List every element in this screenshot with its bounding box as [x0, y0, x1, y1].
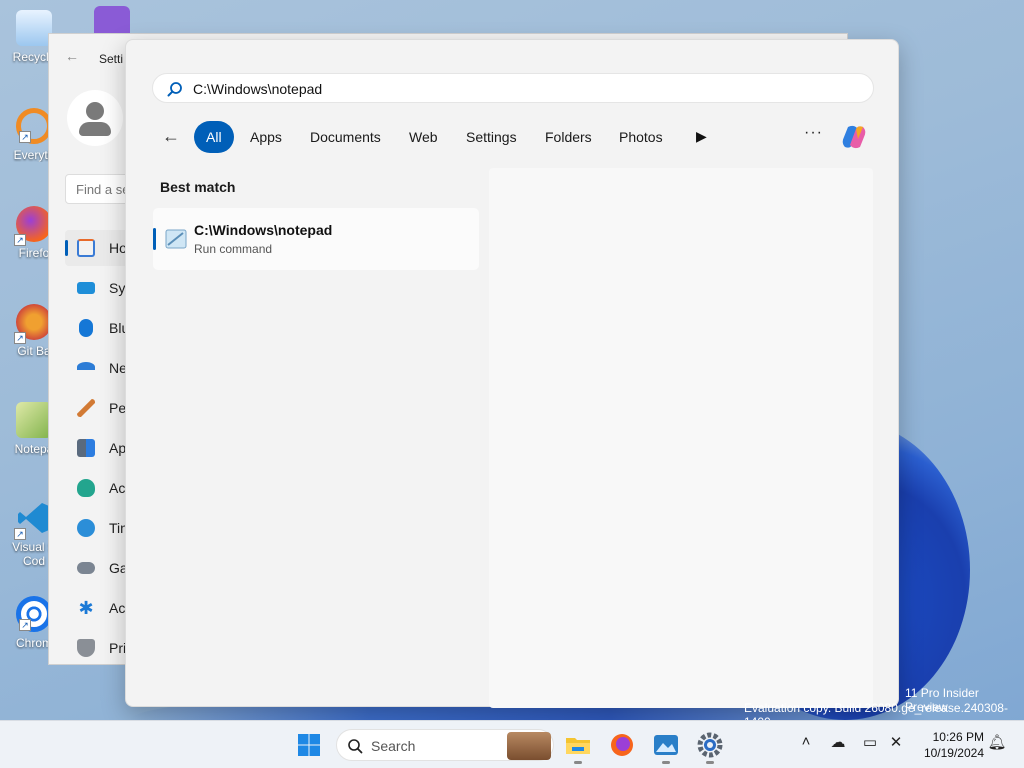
search-panel: ← All Apps Documents Web Settings Folder…	[125, 39, 899, 708]
search-filter-bar: ← All Apps Documents Web Settings Folder…	[156, 120, 876, 154]
shortcut-arrow-icon: ↗	[14, 332, 26, 344]
filter-documents[interactable]: Documents	[298, 121, 393, 153]
back-arrow-icon[interactable]: ←	[162, 126, 180, 147]
clock-date: 10/19/2024	[923, 746, 984, 760]
firefox-icon: ↗	[14, 206, 52, 246]
system-icon	[77, 282, 95, 294]
volume-muted-icon[interactable]: ✕	[885, 733, 907, 755]
accessibility-icon: ✱	[78, 598, 94, 618]
apps-icon	[77, 439, 95, 457]
taskbar-clock[interactable]: 10:26 PM 10/19/2024	[916, 729, 984, 761]
more-filters-arrow-icon[interactable]: ▶	[696, 128, 707, 145]
filter-apps[interactable]: Apps	[238, 121, 294, 153]
chrome-icon: ↗	[16, 596, 52, 632]
vscode-icon: ↗	[14, 500, 52, 540]
personalization-icon	[77, 399, 95, 417]
settings-icon[interactable]	[696, 731, 724, 764]
search-highlight-image	[507, 732, 551, 760]
filter-folders[interactable]: Folders	[533, 121, 604, 153]
privacy-icon	[77, 639, 95, 657]
filter-photos[interactable]: Photos	[607, 121, 675, 153]
start-icon[interactable]	[297, 733, 321, 757]
chevron-up-icon[interactable]: ˄	[795, 733, 817, 755]
nav-label: Ap	[109, 440, 127, 456]
shortcut-arrow-icon: ↗	[19, 131, 31, 143]
preview-pane	[489, 168, 873, 708]
search-icon	[167, 82, 182, 97]
shortcut-arrow-icon: ↗	[14, 528, 26, 540]
accounts-icon	[77, 479, 95, 497]
network-icon[interactable]: ▭	[859, 733, 881, 755]
more-options-icon[interactable]: ···	[804, 124, 823, 142]
gaming-icon	[77, 562, 95, 574]
taskbar-search-label: Search	[371, 738, 416, 754]
time-icon	[77, 519, 95, 537]
avatar[interactable]	[67, 90, 123, 146]
search-icon	[348, 739, 363, 754]
result-title: C:\Windows\notepad	[194, 222, 333, 238]
home-icon	[77, 239, 95, 257]
copilot-icon[interactable]	[838, 121, 870, 153]
filter-web[interactable]: Web	[397, 121, 450, 153]
network-icon	[77, 362, 95, 372]
nav-label: Ac	[109, 600, 126, 616]
best-match-result[interactable]: C:\Windows\notepad Run command	[153, 208, 479, 270]
nav-label: Ac	[109, 480, 126, 496]
shortcut-arrow-icon: ↗	[14, 234, 26, 246]
notification-bell-icon[interactable]: 🔔︎	[986, 733, 1008, 755]
notepad-icon	[16, 402, 52, 438]
cloud-offline-icon[interactable]: ☁	[827, 733, 849, 755]
clock-time: 10:26 PM	[932, 730, 984, 744]
filter-all[interactable]: All	[194, 121, 234, 153]
firefox-icon[interactable]	[608, 731, 636, 759]
search-input[interactable]	[193, 78, 853, 100]
nav-label: Pri	[109, 640, 127, 656]
git-bash-icon: ↗	[14, 304, 52, 344]
file-explorer-icon[interactable]	[564, 731, 592, 764]
best-match-heading: Best match	[160, 179, 236, 195]
taskbar-search[interactable]: Search	[336, 729, 554, 761]
taskbar: Search ˄ ☁ ▭ ✕ 10:26 PM 10/19/2024 🔔︎	[0, 720, 1024, 768]
bluetooth-icon	[79, 319, 93, 337]
settings-title: Setti	[99, 52, 124, 66]
run-command-icon	[165, 229, 187, 249]
photos-app-icon[interactable]	[652, 731, 680, 764]
filter-settings[interactable]: Settings	[454, 121, 529, 153]
result-subtitle: Run command	[194, 242, 273, 256]
back-arrow-icon[interactable]: ←	[65, 48, 79, 64]
recycle-bin-icon	[16, 10, 52, 46]
shortcut-arrow-icon: ↗	[19, 619, 31, 631]
search-box[interactable]	[152, 73, 874, 103]
everything-icon: ↗	[16, 108, 52, 144]
